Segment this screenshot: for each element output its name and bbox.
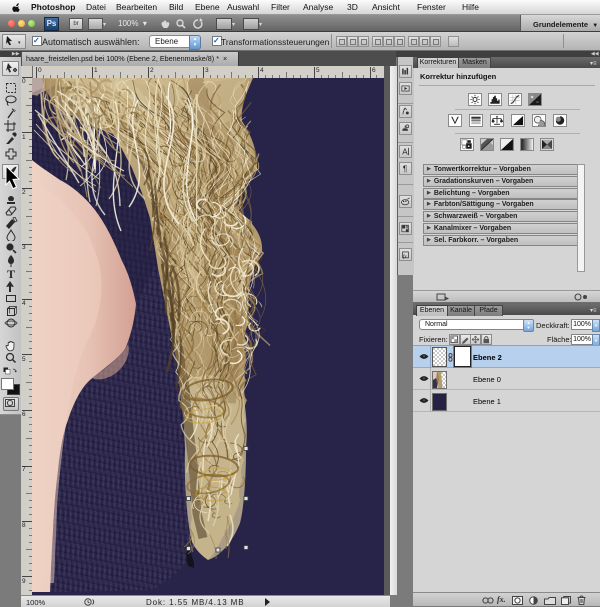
svg-text:A: A: [402, 147, 408, 156]
svg-text:¶: ¶: [403, 164, 407, 173]
svg-text:T: T: [7, 267, 15, 279]
svg-text:fx: fx: [403, 253, 407, 260]
